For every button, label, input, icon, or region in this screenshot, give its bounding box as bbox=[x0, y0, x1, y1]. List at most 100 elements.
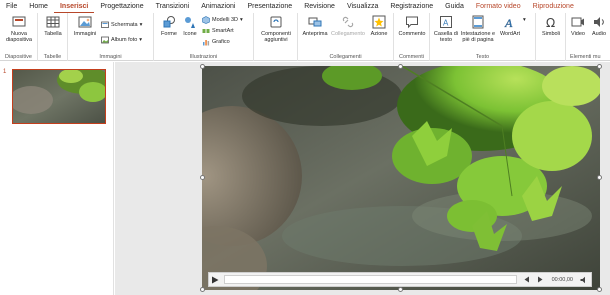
photo-album-icon bbox=[101, 36, 109, 44]
menu-tab-revisione[interactable]: Revisione bbox=[298, 0, 341, 13]
chart-label: Grafico bbox=[212, 39, 230, 45]
slide-number: 1 bbox=[3, 69, 7, 75]
smartart-button[interactable]: SmartArt bbox=[202, 27, 234, 35]
group-label-tabelle: Tabelle bbox=[43, 54, 62, 60]
shapes-button[interactable]: Forme bbox=[158, 15, 180, 37]
resize-handle-bc[interactable] bbox=[398, 287, 403, 292]
menu-tab-riproduzione[interactable]: Riproduzione bbox=[527, 0, 580, 13]
chevron-down-icon: ▾ bbox=[239, 17, 243, 23]
photo-album-button[interactable]: Album foto ▾ bbox=[101, 36, 142, 44]
text-box-button[interactable]: A Casella di testo bbox=[433, 15, 459, 43]
menu-tab-home[interactable]: Home bbox=[23, 0, 54, 13]
step-forward-button[interactable] bbox=[534, 272, 548, 287]
resize-handle-tl[interactable] bbox=[200, 64, 205, 69]
chevron-down-icon: ▾ bbox=[523, 17, 526, 23]
menu-tab-presentazione[interactable]: Presentazione bbox=[241, 0, 298, 13]
video-timeline[interactable] bbox=[224, 275, 517, 284]
chart-button[interactable]: Grafico bbox=[202, 38, 230, 46]
group-label-illustrazioni: Illustrazioni bbox=[189, 54, 218, 60]
audio-button[interactable]: Audio bbox=[589, 15, 609, 37]
table-button[interactable]: Tabella bbox=[42, 15, 64, 37]
group-simboli: Ω Simboli bbox=[536, 13, 566, 61]
group-label-elementi: Elementi mu bbox=[570, 54, 601, 60]
resize-handle-ml[interactable] bbox=[200, 175, 205, 180]
group-label-testo: Testo bbox=[475, 54, 490, 60]
chevron-down-icon: ▾ bbox=[139, 22, 143, 28]
resize-handle-tr[interactable] bbox=[597, 64, 602, 69]
video-label: Video bbox=[571, 31, 585, 37]
play-icon bbox=[212, 276, 219, 283]
play-button[interactable] bbox=[209, 272, 221, 287]
menu-tab-file[interactable]: File bbox=[0, 0, 23, 13]
smartart-icon bbox=[202, 27, 210, 35]
wordart-icon: A bbox=[503, 15, 517, 29]
group-elementi: Video Audio Elementi mu bbox=[566, 13, 610, 61]
image-icon bbox=[78, 15, 92, 29]
new-slide-label: Nuova diapositiva bbox=[6, 31, 32, 43]
text-box-label: Casella di testo bbox=[433, 31, 459, 43]
link-button[interactable]: Collegamento bbox=[330, 15, 366, 37]
resize-handle-mr[interactable] bbox=[597, 175, 602, 180]
cube-icon bbox=[202, 16, 210, 24]
wordart-button[interactable]: A WordArt bbox=[498, 15, 522, 37]
menu-tab-formato-video[interactable]: Formato video bbox=[470, 0, 527, 13]
symbols-label: Simboli bbox=[541, 31, 561, 37]
group-label-diapositive: Diapositive bbox=[5, 54, 32, 60]
menu-tab-inserisci[interactable]: Inserisci bbox=[53, 1, 95, 13]
ribbon: Nuova diapositiva Diapositive Tabella Ta… bbox=[0, 13, 610, 61]
slide-thumbnail-1[interactable] bbox=[12, 69, 106, 124]
video-button[interactable]: Video bbox=[568, 15, 588, 37]
omega-icon: Ω bbox=[544, 15, 558, 29]
comment-button[interactable]: Commento bbox=[396, 15, 428, 37]
video-icon bbox=[571, 15, 585, 29]
icons-button[interactable]: Icone bbox=[180, 15, 200, 37]
group-diapositive: Nuova diapositiva Diapositive bbox=[0, 13, 38, 61]
icons-label: Icone bbox=[183, 31, 197, 37]
menu-tab-registrazione[interactable]: Registrazione bbox=[384, 0, 439, 13]
preview-button[interactable]: Anteprima bbox=[301, 15, 329, 37]
resize-handle-bl[interactable] bbox=[200, 287, 205, 292]
group-label-immagini: Immagini bbox=[99, 54, 122, 60]
header-footer-button[interactable]: Intestazione e piè di pagina bbox=[458, 15, 498, 43]
menu-tab-transizioni[interactable]: Transizioni bbox=[150, 0, 196, 13]
symbols-button[interactable]: Ω Simboli bbox=[538, 15, 564, 37]
more-text-button[interactable]: ▾ bbox=[523, 17, 526, 23]
addins-button[interactable]: Componenti aggiuntivi bbox=[256, 15, 296, 43]
action-button[interactable]: Azione bbox=[368, 15, 390, 37]
zoom-preview-icon bbox=[308, 15, 322, 29]
speaker-icon bbox=[580, 276, 585, 283]
menu-tab-visualizza[interactable]: Visualizza bbox=[341, 0, 384, 13]
menu-tab-animazioni[interactable]: Animazioni bbox=[195, 0, 241, 13]
group-addins: Componenti aggiuntivi bbox=[254, 13, 298, 61]
photo-album-label: Album foto bbox=[111, 37, 138, 43]
addins-label: Componenti aggiuntivi bbox=[261, 31, 291, 43]
group-commenti: Commento Commenti bbox=[394, 13, 430, 61]
svg-text:Ω: Ω bbox=[546, 16, 555, 29]
slide-thumbnail-image bbox=[13, 70, 105, 123]
menu-tab-progettazione[interactable]: Progettazione bbox=[94, 0, 149, 13]
images-button[interactable]: Immagini bbox=[71, 15, 99, 37]
group-collegamenti: Anteprima Collegamento Azione Collegamen… bbox=[298, 13, 394, 61]
step-back-button[interactable] bbox=[520, 272, 534, 287]
step-forward-icon bbox=[538, 276, 543, 283]
images-label: Immagini bbox=[73, 31, 97, 37]
step-back-icon bbox=[524, 276, 530, 283]
3d-models-button[interactable]: Modelli 3D ▾ bbox=[202, 16, 243, 24]
audio-label: Audio bbox=[591, 31, 607, 37]
header-footer-icon bbox=[471, 15, 485, 29]
resize-handle-tc[interactable] bbox=[398, 64, 403, 69]
smartart-label: SmartArt bbox=[212, 28, 234, 34]
table-icon bbox=[46, 15, 60, 29]
table-label: Tabella bbox=[44, 31, 62, 37]
menu-tab-guida[interactable]: Guida bbox=[439, 0, 470, 13]
screenshot-button[interactable]: Schermata ▾ bbox=[101, 21, 142, 29]
icons-icon bbox=[183, 15, 197, 29]
text-box-icon: A bbox=[439, 15, 453, 29]
video-still-image bbox=[202, 66, 600, 290]
volume-button[interactable] bbox=[577, 272, 591, 287]
new-slide-button[interactable]: Nuova diapositiva bbox=[2, 15, 36, 43]
resize-handle-br[interactable] bbox=[597, 287, 602, 292]
chart-icon bbox=[202, 38, 210, 46]
comment-label: Commento bbox=[398, 31, 426, 37]
video-frame[interactable] bbox=[202, 66, 600, 290]
